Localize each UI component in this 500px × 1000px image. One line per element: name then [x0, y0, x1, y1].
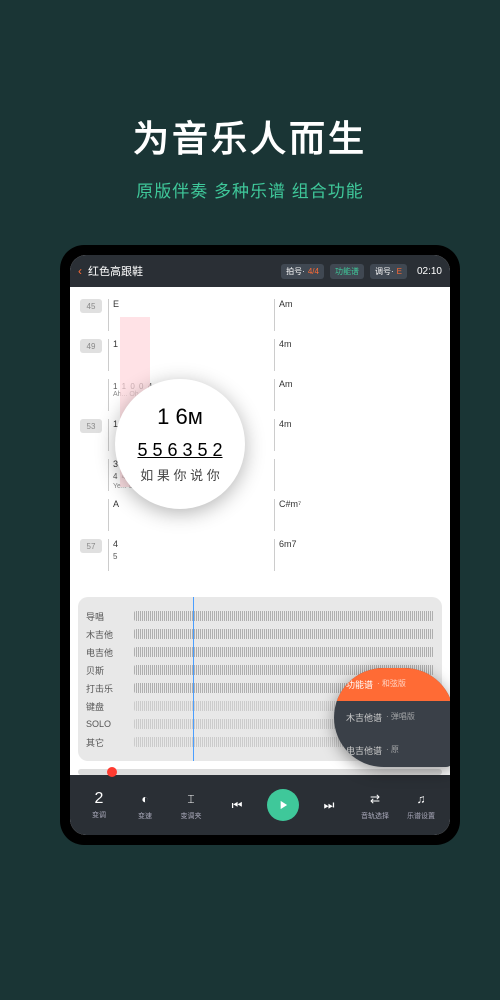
waveform — [134, 647, 434, 657]
skip-back-icon: ⏮ — [227, 795, 247, 815]
sliders-icon: ⇄ — [365, 789, 385, 809]
back-icon[interactable]: ‹ — [78, 264, 82, 278]
time-display: 02:10 — [417, 266, 442, 277]
bottom-bar: 2 变调 ◐ 变速 ⌶ 变调夹 ⏮ ⏭ ⇄ — [70, 775, 450, 835]
speed-control[interactable]: ◐ 变速 — [124, 789, 166, 821]
time-signature-badge[interactable]: 拍号·4/4 — [281, 264, 324, 279]
score-settings-button[interactable]: ♫ 乐谱设置 — [400, 789, 442, 821]
track-label: 导唱 — [86, 610, 128, 623]
chord-cell[interactable]: 4m — [274, 339, 440, 371]
waveform — [134, 629, 434, 639]
measure-number: 53 — [80, 419, 102, 433]
song-title: 红色高跟鞋 — [88, 263, 275, 279]
popover-item[interactable]: 木吉他谱· 弹唱版 — [334, 701, 450, 734]
zoom-lyrics: 如 果 你 说 你 — [140, 465, 219, 484]
chord-cell[interactable]: 6m7 — [274, 539, 440, 571]
scrubber[interactable] — [78, 769, 442, 775]
chord-cell[interactable]: Am — [274, 379, 440, 411]
track-row[interactable]: 电吉他 — [86, 643, 434, 661]
score-row: AC#m⁷ — [80, 499, 440, 531]
prev-button[interactable]: ⏮ — [216, 795, 258, 815]
popover-item[interactable]: 电吉他谱· 原 — [334, 734, 450, 767]
play-button[interactable] — [262, 789, 304, 821]
track-label: 电吉他 — [86, 646, 128, 659]
play-icon — [276, 798, 290, 812]
capo-icon: ⌶ — [181, 789, 201, 809]
next-button[interactable]: ⏭ — [308, 795, 350, 815]
music-icon: ♫ — [411, 789, 431, 809]
transpose-control[interactable]: 2 变调 — [78, 790, 120, 820]
measure-number: 49 — [80, 339, 102, 353]
track-label: SOLO — [86, 719, 128, 729]
track-row[interactable]: 木吉他 — [86, 625, 434, 643]
hero-title: 为音乐人而生 — [0, 0, 500, 162]
skip-forward-icon: ⏭ — [319, 795, 339, 815]
score-area[interactable]: 45EAm4914m1 1 0 0 4 3Ah... Oh...Am5314m3… — [70, 287, 450, 589]
top-bar: ‹ 红色高跟鞋 拍号·4/4 功能谱 调号·E 02:10 — [70, 255, 450, 287]
track-label: 打击乐 — [86, 682, 128, 695]
chord-cell[interactable] — [274, 459, 440, 491]
chord-cell[interactable]: C#m⁷ — [274, 499, 440, 531]
track-label: 其它 — [86, 736, 128, 749]
measure-number: 57 — [80, 539, 102, 553]
zoom-notes: 5 5 6 3 5 2 — [137, 440, 222, 461]
app-screen: ‹ 红色高跟鞋 拍号·4/4 功能谱 调号·E 02:10 45EAm4914m… — [70, 255, 450, 835]
score-type-popover: 功能谱· 和弦版木吉他谱· 弹唱版电吉他谱· 原 — [334, 668, 450, 767]
score-row: 57 456m7 — [80, 539, 440, 571]
track-label: 贝斯 — [86, 664, 128, 677]
chord-cell[interactable]: 45 — [108, 539, 274, 571]
hero-subtitle: 原版伴奏 多种乐谱 组合功能 — [0, 177, 500, 202]
waveform — [134, 611, 434, 621]
gauge-icon: ◐ — [135, 789, 155, 809]
score-type-badge[interactable]: 功能谱 — [330, 264, 364, 279]
tablet-frame: ‹ 红色高跟鞋 拍号·4/4 功能谱 调号·E 02:10 45EAm4914m… — [60, 245, 460, 845]
capo-control[interactable]: ⌶ 变调夹 — [170, 789, 212, 821]
chord-cell[interactable]: Am — [274, 299, 440, 331]
track-label: 键盘 — [86, 700, 128, 713]
track-label: 木吉他 — [86, 628, 128, 641]
chord-cell[interactable]: 4m — [274, 419, 440, 451]
zoom-lens: 1 6м 5 5 6 3 5 2 如 果 你 说 你 — [115, 379, 245, 509]
mixer-button[interactable]: ⇄ 音轨选择 — [354, 789, 396, 821]
measure-number: 45 — [80, 299, 102, 313]
track-row[interactable]: 导唱 — [86, 607, 434, 625]
key-badge[interactable]: 调号·E — [370, 264, 407, 279]
zoom-chords: 1 6м — [157, 404, 203, 430]
